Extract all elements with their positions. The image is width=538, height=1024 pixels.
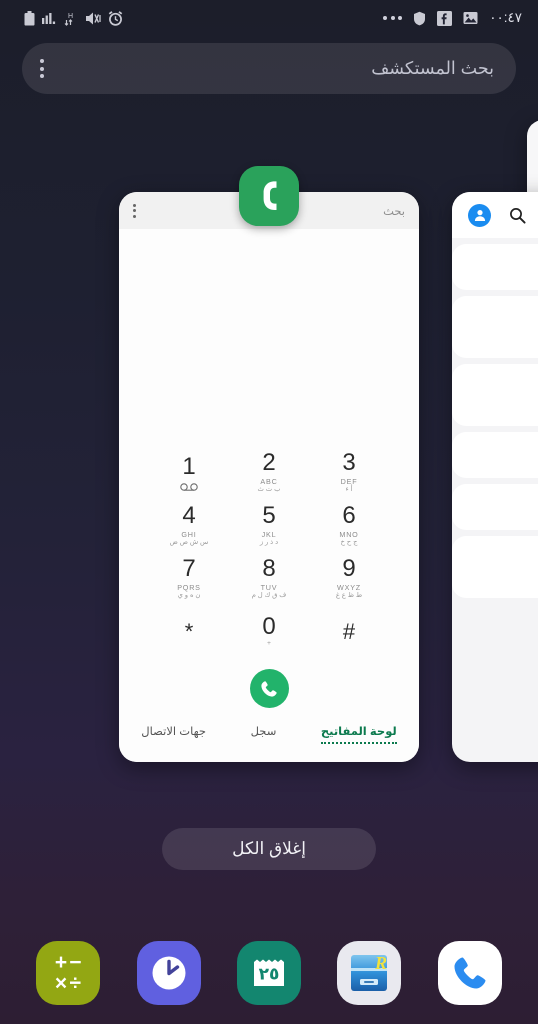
key-latin-letters: JKL <box>261 530 277 540</box>
calculator-icon: + − × ÷ <box>54 951 82 995</box>
phone-handset-icon <box>454 957 486 989</box>
contacts-list: د Assista <box>452 238 538 598</box>
key-arabic-letters: د ذ ر ز <box>259 538 279 546</box>
green-phone-handset-icon <box>239 166 299 226</box>
recents-screen: H ٠٠:٤٧ بحث المستكشف بحث 1 2 ABC ب ت ث 3… <box>0 0 538 1024</box>
key-latin-letters: GHI <box>181 530 197 540</box>
dialpad: 1 2 ABC ب ت ث 3 DEF أ ء 4 GHI س ش ص ض 5 … <box>119 447 419 657</box>
search-icon[interactable] <box>509 207 526 224</box>
dialpad-key-hash[interactable]: # <box>309 606 389 657</box>
clock-icon <box>152 956 186 990</box>
key-digit: 7 <box>182 555 196 583</box>
dock-app-clock[interactable] <box>136 941 201 1005</box>
dialpad-key-6[interactable]: 6 MNO ج ح خ <box>309 500 389 551</box>
tab-active-indicator <box>320 742 397 744</box>
key-digit: 0 <box>262 613 276 641</box>
key-arabic-letters: ط ظ ع غ <box>335 591 363 599</box>
phone-card-search-label[interactable]: بحث <box>383 204 405 218</box>
call-button[interactable] <box>249 669 289 708</box>
key-arabic-letters: ب ت ث <box>257 485 281 493</box>
key-latin-letters: WXYZ <box>337 583 361 593</box>
key-latin-letters: PQRS <box>177 583 201 593</box>
key-digit: 5 <box>262 502 276 530</box>
tab-keypad[interactable]: لوحة المفاتيح <box>315 724 403 744</box>
calc-times: × <box>54 972 68 995</box>
list-item[interactable]: Assista <box>452 484 538 530</box>
phone-card-body: 1 2 ABC ب ت ث 3 DEF أ ء 4 GHI س ش ص ض 5 … <box>119 229 419 718</box>
list-item[interactable] <box>452 364 538 426</box>
key-latin-letters: ABC <box>260 477 278 487</box>
calc-minus: − <box>69 951 82 974</box>
dialpad-key-star[interactable]: * <box>149 606 229 657</box>
key-digit: 8 <box>262 555 276 583</box>
key-arabic-letters: أ ء <box>345 485 353 493</box>
account-avatar-icon[interactable] <box>468 203 491 227</box>
key-digit: 4 <box>182 502 196 530</box>
rar-archive-icon: R <box>351 953 387 991</box>
key-latin-letters: TUV <box>260 583 278 593</box>
list-item[interactable]: د <box>452 432 538 478</box>
key-digit: 3 <box>342 449 356 477</box>
key-latin-letters: MNO <box>339 530 359 540</box>
close-all-button[interactable]: إغلاق الكل <box>162 828 376 870</box>
dock: + − × ÷ ٢٥ R <box>0 930 538 1016</box>
key-arabic-letters: س ش ص ض <box>169 538 209 546</box>
key-digit: 9 <box>342 555 356 583</box>
calc-divide: ÷ <box>69 972 82 995</box>
key-arabic-letters: + <box>267 639 271 647</box>
recents-card-stack: د Assista بحث 1 <box>0 0 538 1024</box>
key-digit: # <box>342 618 356 644</box>
calc-plus: + <box>54 951 68 974</box>
dock-app-rar[interactable]: R <box>337 941 402 1005</box>
key-digit: * <box>184 618 194 644</box>
key-digit: 6 <box>342 502 356 530</box>
dialpad-key-0[interactable]: 0 + <box>229 606 309 657</box>
recents-card-contacts[interactable]: د Assista <box>452 192 538 762</box>
dialpad-key-5[interactable]: 5 JKL د ذ ر ز <box>229 500 309 551</box>
kebab-menu-icon[interactable] <box>133 203 136 218</box>
tab-log-label: سجل <box>250 726 277 738</box>
calendar-day-number: ٢٥ <box>258 964 280 984</box>
key-digit: 1 <box>182 452 196 480</box>
dialpad-key-3[interactable]: 3 DEF أ ء <box>309 447 389 498</box>
dialpad-key-8[interactable]: 8 TUV ف ق ك ل م <box>229 553 309 604</box>
dialpad-key-4[interactable]: 4 GHI س ش ص ض <box>149 500 229 551</box>
dialpad-key-2[interactable]: 2 ABC ب ت ث <box>229 447 309 498</box>
key-arabic-letters: ف ق ك ل م <box>251 591 287 599</box>
contacts-card-topbar <box>452 192 538 238</box>
tab-contacts-label: جهات الاتصال <box>141 726 207 738</box>
dialpad-key-1[interactable]: 1 <box>149 447 229 498</box>
key-arabic-letters: ج ح خ <box>340 538 358 546</box>
key-digit: 2 <box>262 449 276 477</box>
tab-keypad-label: لوحة المفاتيح <box>320 726 397 738</box>
voicemail-icon <box>180 479 198 491</box>
list-item[interactable] <box>452 296 538 358</box>
dock-app-phone[interactable] <box>437 941 502 1005</box>
dialpad-key-9[interactable]: 9 WXYZ ط ظ ع غ <box>309 553 389 604</box>
recents-card-phone[interactable]: بحث 1 2 ABC ب ت ث 3 DEF أ ء 4 GHI س ش ص … <box>119 192 419 762</box>
dock-app-calendar[interactable]: ٢٥ <box>236 941 301 1005</box>
rar-letter: R <box>374 953 387 973</box>
phone-card-tabs: لوحة المفاتيح سجل جهات الاتصال <box>119 718 419 762</box>
dialpad-key-7[interactable]: 7 PQRS ن ه و ي <box>149 553 229 604</box>
tab-log[interactable]: سجل <box>245 724 283 744</box>
call-row <box>119 657 419 718</box>
key-arabic-letters: ن ه و ي <box>177 591 201 599</box>
key-latin-letters: DEF <box>340 477 358 487</box>
list-item[interactable] <box>452 536 538 598</box>
tab-contacts[interactable]: جهات الاتصال <box>135 724 212 744</box>
dock-app-calculator[interactable]: + − × ÷ <box>36 941 101 1005</box>
list-item[interactable] <box>452 244 538 290</box>
